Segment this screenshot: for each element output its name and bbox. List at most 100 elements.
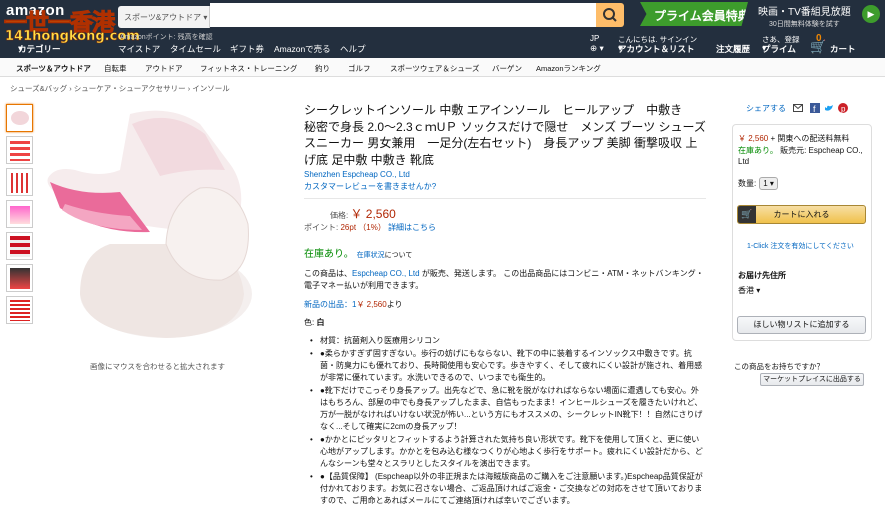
feature-bullet: ●靴下だけでこっそり身長アップ。出先などで、急に靴を脱がなければならない場面に遭… xyxy=(310,385,706,433)
add-to-cart-button[interactable]: 🛒 カートに入れる xyxy=(737,205,866,224)
subnav-item[interactable]: スポーツウェア＆シューズ xyxy=(390,63,479,74)
points-link[interactable]: Amazonポイント: 残高を確認 xyxy=(120,32,213,42)
product-price: ￥ 2,560 xyxy=(350,207,396,221)
thumbnail-strip xyxy=(6,104,33,328)
account-lists-label: アカウント＆リスト xyxy=(618,44,695,54)
facebook-icon[interactable]: f xyxy=(810,103,820,113)
thumbnail[interactable] xyxy=(6,200,33,228)
category-subnav: スポーツ＆アウトドア 自転車 アウトドア フィットネス・トレーニング 釣り ゴル… xyxy=(0,58,885,77)
email-icon[interactable] xyxy=(793,103,803,113)
buybox-stock-text: 在庫あり。 xyxy=(738,146,778,155)
breadcrumb[interactable]: シューズ&バッグ › シューケア・シューアクセサリー › インソール xyxy=(10,83,230,94)
subnav-item[interactable]: フィットネス・トレーニング xyxy=(200,63,297,74)
thumbnail[interactable] xyxy=(6,232,33,260)
nav-category-label: カテゴリー xyxy=(18,44,61,54)
prime-banner[interactable]: プライム会員特典 xyxy=(640,2,748,26)
thumbnail[interactable] xyxy=(6,264,33,292)
quantity-value: 1 xyxy=(763,179,768,188)
promo-title: 映画・TV番組見放題 xyxy=(758,7,851,18)
quantity-select[interactable]: 1 ▾ xyxy=(759,177,778,190)
thumbnail[interactable] xyxy=(6,296,33,324)
thumbnail[interactable] xyxy=(6,136,33,164)
one-click-link[interactable]: 1-Click 注文を有効にしてください xyxy=(747,241,854,251)
cart-link[interactable]: カート xyxy=(830,43,856,55)
promo-subtitle: 30日間無料体験を試す xyxy=(768,21,840,28)
search-input[interactable] xyxy=(210,3,596,27)
new-offers-suffix: より xyxy=(386,300,403,309)
stock-suffix: について xyxy=(384,252,413,259)
sell-on-marketplace-button[interactable]: マーケットプレイスに出品する xyxy=(760,373,864,386)
subnav-item[interactable]: Amazonランキング xyxy=(536,63,601,74)
seller-info: この商品は、Espcheap CO., Ltd が販売、発送します。 この出品商… xyxy=(304,268,706,292)
cart-icon[interactable]: 🛒 xyxy=(810,39,826,55)
prime-menu-label: プライム xyxy=(762,44,796,54)
top-navigation-bar: amazon 一世一香港 141hongkong.com スポーツ&アウトドア … xyxy=(0,0,885,58)
nav-giftcard[interactable]: ギフト券 xyxy=(230,43,264,55)
nav-category[interactable]: カテゴリー ▾ xyxy=(18,43,61,54)
cart-icon: 🛒 xyxy=(738,206,756,223)
ship-to-label: お届け先住所 xyxy=(738,271,786,280)
buybox-price-row: ￥ 2,560 + 関東への配送料無料 xyxy=(738,133,849,144)
prime-menu[interactable]: プライム ▾ xyxy=(762,43,796,54)
buybox-stock: 在庫あり。 販売元: Espcheap CO., Ltd xyxy=(738,145,868,167)
subnav-item[interactable]: アウトドア xyxy=(145,63,183,74)
stock-status: 在庫あり。 在庫状況について xyxy=(304,245,706,260)
divider xyxy=(304,198,706,199)
feature-bullet: ●かかとにピッタリとフィットするよう計算された気持ち良い形状です。靴下を使用して… xyxy=(310,434,706,470)
points-value: 26pt （1%） xyxy=(340,223,386,232)
nav-timesale[interactable]: タイムセール xyxy=(170,43,221,55)
feature-bullets: 材質：抗菌剤入り医療用シリコン ●柔らかすぎず固すぎない。歩行の妨げにもならない… xyxy=(304,335,706,507)
pinterest-icon[interactable]: p xyxy=(838,103,848,113)
buybox-price: ￥ 2,560 xyxy=(738,134,769,143)
add-to-cart-label: カートに入れる xyxy=(773,210,830,219)
product-title: シークレットインソール 中敷 エアインソール ヒールアップ 中敷き 秘密で身長 … xyxy=(304,103,706,167)
new-offers-price: ￥ 2,560 xyxy=(356,300,387,309)
subnav-item[interactable]: スポーツ＆アウトドア xyxy=(16,63,91,74)
subnav-item[interactable]: バーゲン xyxy=(492,63,522,74)
stock-info-link[interactable]: 在庫状況 xyxy=(357,252,385,259)
feature-bullet: ●【品質保障】 (Espcheap以外の非正規または海賊版商品のご購入をご注意願… xyxy=(310,471,706,507)
play-icon[interactable]: ▶ xyxy=(862,5,880,23)
svg-text:p: p xyxy=(841,105,846,114)
twitter-icon[interactable] xyxy=(824,103,834,113)
seller-text-pre: この商品は、 xyxy=(304,269,352,278)
prime-video-promo[interactable]: 映画・TV番組見放題 30日間無料体験を試す xyxy=(758,3,851,29)
feature-bullet: 材質：抗菌剤入り医療用シリコン xyxy=(310,335,706,347)
seller-link[interactable]: Espcheap CO., Ltd xyxy=(352,269,420,278)
thumbnail[interactable] xyxy=(6,168,33,196)
write-review-link[interactable]: カスタマーレビューを書きませんか? xyxy=(304,181,706,192)
category-dropdown-label: スポーツ&アウトドア xyxy=(124,13,202,22)
search-button[interactable] xyxy=(596,3,624,27)
search-category-dropdown[interactable]: スポーツ&アウトドア ▾ xyxy=(118,6,210,28)
nav-mystore[interactable]: マイストア xyxy=(118,43,160,55)
price-label: 価格: xyxy=(330,211,349,220)
product-main-image[interactable] xyxy=(40,104,288,340)
ship-to-selector[interactable]: 香港 ▾ xyxy=(738,285,760,296)
product-details: シークレットインソール 中敷 エアインソール ヒールアップ 中敷き 秘密で身長 … xyxy=(304,102,706,508)
new-offers-label[interactable]: 新品の出品：1 xyxy=(304,300,356,309)
account-lists[interactable]: アカウント＆リスト ▾ xyxy=(618,43,695,54)
add-to-wishlist-button[interactable]: ほしい物リストに追加する xyxy=(737,316,866,334)
quantity-label: 数量: xyxy=(738,179,757,188)
feature-bullet: ●柔らかすぎず固すぎない。歩行の妨げにもならない、靴下の中に装着するインソックス… xyxy=(310,348,706,384)
new-offers[interactable]: 新品の出品：1￥ 2,560より xyxy=(304,299,706,310)
subnav-item[interactable]: 自転車 xyxy=(104,63,127,74)
stock-text: 在庫あり。 xyxy=(304,249,354,260)
color-value: 白 xyxy=(316,318,325,327)
color-label: 色: xyxy=(304,318,315,327)
color-row: 色: 白 xyxy=(304,317,706,328)
nav-sell[interactable]: Amazonで売る xyxy=(274,43,331,55)
share-link[interactable]: シェアする xyxy=(746,103,786,114)
nav-help[interactable]: ヘルプ xyxy=(340,43,366,55)
brand-link[interactable]: Shenzhen Espcheap CO., Ltd xyxy=(304,170,706,179)
sell-question: この商品をお持ちですか？ xyxy=(734,362,824,371)
search-icon xyxy=(603,8,617,22)
subnav-item[interactable]: 釣り xyxy=(315,63,330,74)
points-details-link[interactable]: 詳細はこちら xyxy=(388,223,436,232)
globe-icon: ⊕ ▾ xyxy=(590,43,604,53)
subnav-item[interactable]: ゴルフ xyxy=(348,63,371,74)
language-selector[interactable]: JP xyxy=(590,34,599,43)
buy-box: ￥ 2,560 + 関東への配送料無料 在庫あり。 販売元: Espcheap … xyxy=(732,124,872,341)
orders-link[interactable]: 注文履歴 xyxy=(716,43,750,55)
thumbnail[interactable] xyxy=(6,104,33,132)
